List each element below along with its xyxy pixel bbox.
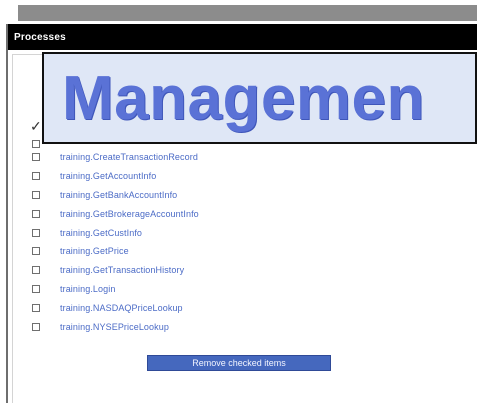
list-item: training.GetCustInfo (28, 223, 448, 242)
process-link[interactable]: training.CreateTransactionRecord (60, 152, 198, 162)
hidden-checkbox[interactable] (32, 140, 40, 148)
item-checkbox[interactable] (32, 209, 40, 218)
list-item: training.CreateTransactionRecord (28, 148, 448, 167)
list-item: training.Login (28, 280, 448, 299)
item-checkbox[interactable] (32, 190, 40, 199)
item-checkbox[interactable] (32, 172, 40, 181)
process-link[interactable]: training.Login (60, 284, 115, 294)
process-list: training.CreateTransactionRecord trainin… (28, 148, 448, 336)
screen-root: Processes ✓ training.CreateTransactionRe… (0, 0, 477, 403)
item-checkbox[interactable] (32, 303, 40, 312)
process-link[interactable]: training.GetBankAccountInfo (60, 190, 177, 200)
top-strip (18, 5, 477, 21)
process-link[interactable]: training.GetPrice (60, 246, 129, 256)
item-checkbox[interactable] (32, 284, 40, 293)
window-title-bar: Processes (8, 24, 477, 50)
list-item: training.GetPrice (28, 242, 448, 261)
list-item: training.GetBankAccountInfo (28, 186, 448, 205)
list-item: training.GetAccountInfo (28, 167, 448, 186)
list-item: training.NASDAQPriceLookup (28, 298, 448, 317)
list-item: training.GetTransactionHistory (28, 261, 448, 280)
management-overlay: Managemen (42, 52, 477, 144)
process-link[interactable]: training.NYSEPriceLookup (60, 322, 169, 332)
item-checkbox[interactable] (32, 228, 40, 237)
item-checkbox[interactable] (32, 153, 40, 162)
item-checkbox[interactable] (32, 247, 40, 256)
process-link[interactable]: training.GetBrokerageAccountInfo (60, 209, 199, 219)
item-checkbox[interactable] (32, 266, 40, 275)
remove-checked-items-button[interactable]: Remove checked items (147, 355, 331, 371)
list-item: training.NYSEPriceLookup (28, 317, 448, 336)
process-link[interactable]: training.NASDAQPriceLookup (60, 303, 183, 313)
process-link[interactable]: training.GetTransactionHistory (60, 265, 184, 275)
process-link[interactable]: training.GetAccountInfo (60, 171, 156, 181)
process-link[interactable]: training.GetCustInfo (60, 228, 142, 238)
list-item: training.GetBrokerageAccountInfo (28, 204, 448, 223)
window-title: Processes (14, 32, 66, 43)
item-checkbox[interactable] (32, 322, 40, 331)
overlay-title: Managemen (62, 64, 425, 133)
checkmark-icon: ✓ (30, 118, 42, 134)
